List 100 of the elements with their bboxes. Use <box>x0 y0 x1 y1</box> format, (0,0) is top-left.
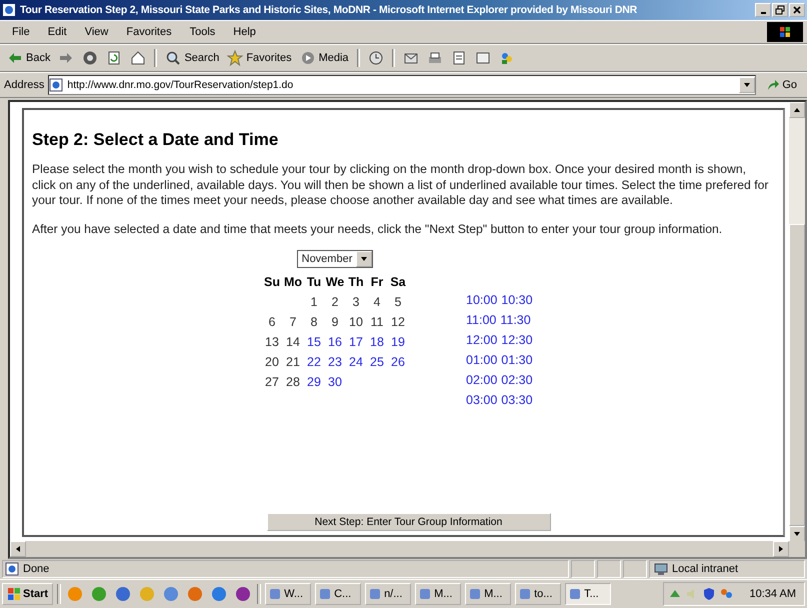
taskbar-button[interactable]: T... <box>565 583 612 605</box>
app-icon <box>469 588 482 600</box>
app-icon <box>269 588 282 600</box>
app-icon <box>369 588 382 600</box>
star-icon <box>227 50 244 66</box>
minimize-icon <box>760 12 766 14</box>
time-link[interactable]: 03:00 <box>466 393 498 407</box>
maximize-button[interactable] <box>772 3 788 17</box>
day-number: 5 <box>394 295 402 309</box>
weekday-header: Fr <box>370 275 384 289</box>
time-link[interactable]: 11:00 <box>466 313 496 327</box>
right-arrow-icon <box>777 545 785 553</box>
weekday-header: Tu <box>306 275 322 289</box>
taskbar-button[interactable]: C... <box>315 583 362 605</box>
page-heading: Step 2: Select a Date and Time <box>32 130 280 150</box>
media-icon <box>300 50 316 66</box>
day-number: 6 <box>268 315 276 329</box>
favorites-button[interactable]: Favorites <box>224 48 295 68</box>
scroll-thumb[interactable] <box>789 224 805 526</box>
day-link[interactable]: 26 <box>388 355 408 369</box>
back-button[interactable]: Back <box>4 48 54 68</box>
day-number: 28 <box>285 375 301 389</box>
weekday-header: We <box>324 275 346 289</box>
time-link[interactable]: 01:00 <box>466 353 498 367</box>
day-number: 20 <box>264 355 280 369</box>
close-button[interactable] <box>789 3 805 17</box>
menu-item[interactable]: Edit <box>40 24 75 40</box>
day-number: 8 <box>310 315 318 329</box>
menu-item[interactable]: Help <box>225 24 264 40</box>
time-link[interactable]: 10:00 <box>466 293 498 307</box>
day-link[interactable]: 22 <box>304 355 324 369</box>
go-button[interactable]: Go <box>760 78 803 92</box>
zone-text: Local intranet <box>672 563 738 575</box>
dropdown-button[interactable] <box>739 77 756 93</box>
horizontal-scrollbar[interactable] <box>10 541 805 557</box>
menu-item[interactable]: File <box>4 24 38 40</box>
day-link[interactable]: 24 <box>346 355 366 369</box>
day-number: 12 <box>390 315 406 329</box>
month-dropdown[interactable]: November <box>296 250 374 268</box>
day-link[interactable]: 19 <box>388 335 408 349</box>
address-label: Address <box>4 79 44 91</box>
taskbar-button[interactable]: M... <box>415 583 462 605</box>
menu-item[interactable]: Favorites <box>118 24 180 40</box>
address-field[interactable]: http://www.dnr.mo.gov/TourReservation/step1.do <box>48 75 756 95</box>
close-icon <box>792 5 802 15</box>
media-button[interactable]: Media <box>296 48 352 68</box>
time-link[interactable]: 12:00 <box>466 333 498 347</box>
day-link[interactable]: 23 <box>324 355 346 369</box>
network-icon <box>654 562 668 576</box>
day-number: 7 <box>288 315 298 329</box>
app-icon <box>519 588 532 600</box>
time-link[interactable]: 01:30 <box>501 353 533 367</box>
vertical-scrollbar[interactable] <box>789 102 805 541</box>
day-link[interactable]: 30 <box>324 375 346 389</box>
day-number: 14 <box>285 335 301 349</box>
next-step-button[interactable]: Next Step: Enter Tour Group Information <box>266 513 550 531</box>
shield-icon <box>702 587 716 601</box>
taskbar-button[interactable]: to... <box>515 583 562 605</box>
day-link[interactable]: 16 <box>324 335 346 349</box>
restore-icon <box>775 5 785 15</box>
status-text: Done <box>23 563 50 575</box>
day-link[interactable]: 17 <box>346 335 366 349</box>
people-icon <box>718 587 733 601</box>
time-link[interactable]: 10:30 <box>501 293 533 307</box>
window-title: Tour Reservation Step 2, Missouri State Parks and Historic Sites, MoDNR - Microsoft Internet Explorer provided by Missouri DNR <box>20 4 638 16</box>
caret-icon <box>360 255 368 263</box>
browser-icon <box>2 3 16 17</box>
day-link[interactable]: 25 <box>366 355 388 369</box>
day-number: 21 <box>285 355 301 369</box>
day-link[interactable]: 15 <box>304 335 324 349</box>
search-button[interactable]: Search <box>162 48 222 68</box>
time-link[interactable]: 12:30 <box>501 333 533 347</box>
start-button[interactable]: Start <box>2 583 54 605</box>
taskbar-button[interactable]: M... <box>465 583 512 605</box>
down-arrow-icon <box>793 530 801 538</box>
weekday-header: Th <box>347 275 365 289</box>
time-link[interactable]: 11:30 <box>500 313 531 327</box>
day-number: 13 <box>264 335 280 349</box>
day-link[interactable]: 29 <box>304 375 324 389</box>
menu-item[interactable]: View <box>76 24 116 40</box>
weekday-header: Su <box>263 275 281 289</box>
page-icon <box>49 78 64 92</box>
time-link[interactable]: 02:30 <box>501 373 533 387</box>
app-launcher-icon[interactable] <box>115 586 132 602</box>
search-icon <box>165 50 182 66</box>
menu-item[interactable]: Tools <box>182 24 224 40</box>
day-number: 9 <box>330 315 340 329</box>
taskbar-button[interactable]: n/... <box>365 583 412 605</box>
day-number: 4 <box>372 295 382 309</box>
day-link[interactable]: 18 <box>366 335 388 349</box>
time-link[interactable]: 02:00 <box>466 373 498 387</box>
weekday-header: Sa <box>389 275 407 289</box>
taskbar-button[interactable]: W... <box>265 583 312 605</box>
instruction-text: After you have selected a date and time that meets your needs, click the "Next Step" button to enter your tour group information. <box>32 222 724 237</box>
minimize-button[interactable] <box>755 3 771 17</box>
time-link[interactable]: 03:30 <box>501 393 533 407</box>
app-launcher-icon[interactable] <box>235 586 252 602</box>
windows-logo-icon <box>7 587 21 601</box>
left-arrow-icon <box>14 545 22 553</box>
app-launcher-icon[interactable] <box>211 586 228 602</box>
